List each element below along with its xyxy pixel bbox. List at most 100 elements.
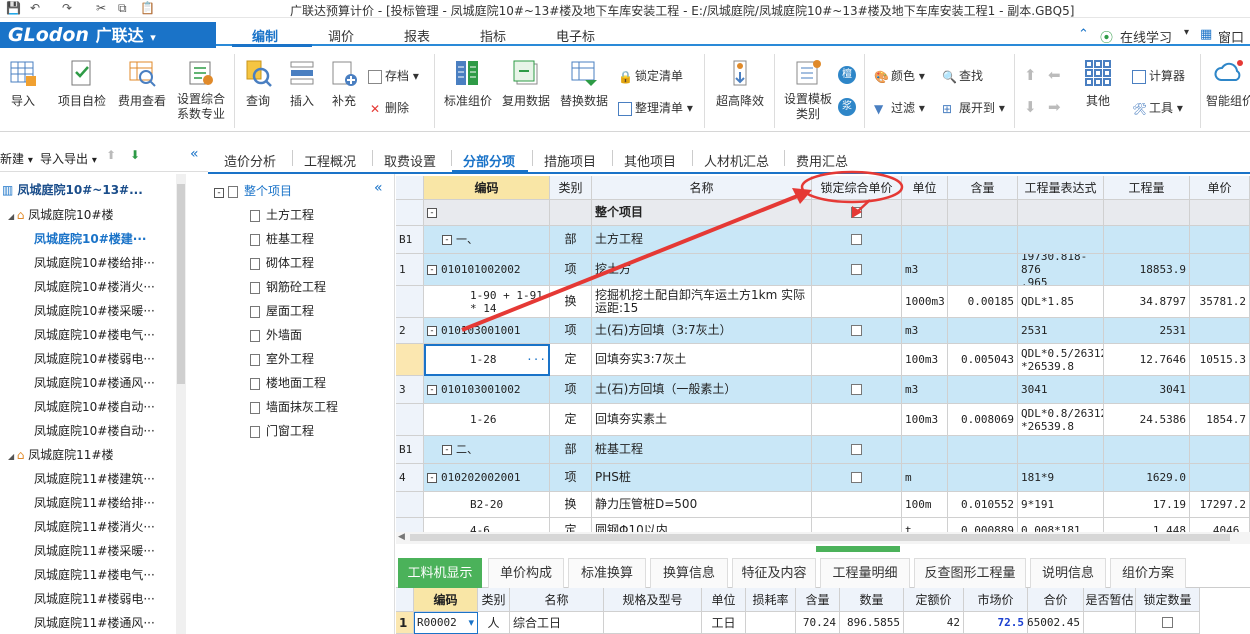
left-scrollbar[interactable] (176, 174, 186, 634)
cell-price[interactable] (1190, 376, 1250, 404)
column-header[interactable]: 编码 (414, 588, 478, 612)
cell-name[interactable]: 土(石)方回填（一般素土） (592, 376, 812, 404)
project-tree-item[interactable]: 凤城庭院11#楼消火··· (34, 518, 155, 535)
save-archive-button[interactable]: 存档 ▾ (368, 67, 419, 84)
section-tree-root[interactable]: - 整个项目 (214, 182, 292, 199)
supplement-button[interactable]: 补充 (326, 58, 362, 109)
cell-name[interactable]: 土(石)方回填（3:7灰土） (592, 318, 812, 344)
table-row[interactable]: 1-28 ··· 定 回填夯实3:7灰土 100m3 0.005043 QDL*0.5/2… (396, 344, 1250, 376)
cell-no[interactable]: 1 (396, 254, 424, 286)
find-button[interactable]: 🔍 查找 (942, 67, 983, 84)
cell-type[interactable]: 项 (550, 318, 592, 344)
resource-cell[interactable]: 70.24 (796, 612, 840, 634)
resource-cell[interactable]: 896.5855 (840, 612, 904, 634)
column-header[interactable]: 市场价 (964, 588, 1028, 612)
cell-name[interactable]: PHS桩 (592, 464, 812, 492)
cell-lock[interactable] (812, 318, 902, 344)
cell-expr[interactable]: QDL*0.5/26312 *26539.8 (1018, 344, 1104, 376)
redo-icon[interactable]: ↷ (62, 1, 72, 15)
cell-content[interactable] (948, 376, 1018, 404)
cell-name[interactable]: 整个项目 (592, 200, 812, 226)
project-check-button[interactable]: 项目自检 (54, 58, 110, 109)
resource-row[interactable]: 1 R00002 ▾ 人综合工日 工日 70.24 896.5855 42 72.5 65002.… (396, 612, 1250, 634)
table-row[interactable]: 1 -010101002002 项 挖土方 m3 19730.818-876 .965 18… (396, 254, 1250, 286)
replace-data-button[interactable]: 替换数据 (556, 58, 612, 109)
table-row[interactable]: B2-20 换 静力压管桩D=500 100m 0.010552 9*191 17.19 17… (396, 492, 1250, 518)
table-row[interactable]: 1-26 定 回填夯实素土 100m3 0.008069 QDL*0.8/26312 *2… (396, 404, 1250, 436)
table-row[interactable]: - 整个项目 (396, 200, 1250, 226)
collapse-icon[interactable]: - (427, 325, 437, 336)
cell-content[interactable]: 0.008069 (948, 404, 1018, 436)
chevron-down-icon[interactable]: ▾ (468, 616, 474, 629)
move-down-icon[interactable]: ⬇ (1024, 98, 1037, 116)
cell-content[interactable] (948, 200, 1018, 226)
lock-price-checkbox[interactable] (851, 207, 862, 218)
cell-qty[interactable]: 18853.9 (1104, 254, 1190, 286)
cell-lock[interactable] (812, 254, 902, 286)
tab-item[interactable]: 造价分析 (224, 151, 276, 170)
move-up-icon[interactable]: ⬆ (1024, 66, 1037, 84)
reuse-data-button[interactable]: 复用数据 (498, 58, 554, 109)
bottom-tab-item[interactable]: 特征及内容 (732, 558, 816, 588)
tab-item[interactable]: 取费设置 (384, 151, 436, 170)
project-tree-item[interactable]: 凤城庭院10#楼弱电··· (34, 350, 155, 367)
cell-name[interactable]: 静力压管桩D=500 (592, 492, 812, 518)
collapse-left-icon[interactable]: « (190, 146, 199, 162)
table-row[interactable]: 4 -010202002001 项 PHS桩 m 181*9 1629.0 (396, 464, 1250, 492)
collapse-icon[interactable]: - (442, 234, 452, 245)
column-header[interactable]: 名称 (510, 588, 604, 612)
splitter-handle[interactable] (816, 546, 900, 552)
column-header[interactable]: 是否暂估 (1084, 588, 1136, 612)
smart-price-button[interactable]: 智能组价 (1206, 58, 1250, 109)
column-header[interactable]: 名称 (592, 176, 812, 200)
cell-no[interactable]: 3 (396, 376, 424, 404)
project-tree-root[interactable]: ▥ 凤城庭院10#~13#... (2, 181, 143, 198)
cell-price[interactable]: 17297.2 (1190, 492, 1250, 518)
collapse-panel-icon[interactable]: « (374, 180, 383, 196)
cell-expr[interactable] (1018, 436, 1104, 464)
cell-price[interactable] (1190, 226, 1250, 254)
resource-cell[interactable] (746, 612, 796, 634)
online-learn[interactable]: 在线学习 (1120, 27, 1172, 46)
cell-name[interactable]: 回填夯实3:7灰土 (592, 344, 812, 376)
circle-icon[interactable]: 浆 (838, 98, 856, 116)
cell-price[interactable]: 35781.2 (1190, 286, 1250, 318)
delete-button[interactable]: ✕ 删除 (368, 99, 409, 116)
standard-price-button[interactable]: 标准组价 (440, 58, 496, 109)
project-tree-item[interactable]: 凤城庭院11#楼给排··· (34, 494, 155, 511)
cell-qty[interactable] (1104, 200, 1190, 226)
cell-qty[interactable]: 3041 (1104, 376, 1190, 404)
resource-cell[interactable]: 65002.45 (1028, 612, 1084, 634)
expand-to-button[interactable]: ⊞ 展开到 ▾ (942, 99, 1005, 116)
cell-lock[interactable] (812, 436, 902, 464)
cell-price[interactable] (1190, 318, 1250, 344)
bottom-tab-item[interactable]: 换算信息 (650, 558, 728, 588)
column-header[interactable]: 工程量 (1104, 176, 1190, 200)
column-header[interactable]: 工程量表达式 (1018, 176, 1104, 200)
resource-cell[interactable]: R00002 ▾ (414, 612, 478, 634)
cell-qty[interactable] (1104, 226, 1190, 254)
cell-unit[interactable] (902, 200, 948, 226)
project-tree-item[interactable]: 凤城庭院11#楼通风··· (34, 614, 155, 631)
collapse-icon[interactable]: - (427, 384, 437, 395)
set-template-button[interactable]: 设置模板 类别 (780, 58, 836, 122)
cell-expr[interactable]: QDL*0.8/26312 *26539.8 (1018, 404, 1104, 436)
menu-adjust[interactable]: 调价 (328, 26, 354, 45)
cell-no[interactable] (396, 492, 424, 518)
save-icon[interactable]: 💾 (6, 1, 21, 15)
lock-price-checkbox[interactable] (851, 234, 862, 245)
cell-type[interactable] (550, 200, 592, 226)
cell-lock[interactable] (812, 404, 902, 436)
cell-type[interactable]: 部 (550, 436, 592, 464)
lock-price-checkbox[interactable] (851, 384, 862, 395)
section-tree-item[interactable]: 门窗工程 (250, 422, 314, 439)
cell-lock[interactable] (812, 286, 902, 318)
project-tree-item[interactable]: 凤城庭院10#楼采暖··· (34, 302, 155, 319)
project-tree-item[interactable]: 凤城庭院10#楼建··· (34, 230, 146, 247)
column-header[interactable]: 单价 (1190, 176, 1250, 200)
cell-expr[interactable]: 19730.818-876 .965 (1018, 254, 1104, 286)
chevron-down-icon[interactable]: ▾ (1184, 27, 1189, 38)
column-header[interactable]: 类别 (550, 176, 592, 200)
cell-qty[interactable]: 1629.0 (1104, 464, 1190, 492)
cell-price[interactable] (1190, 200, 1250, 226)
